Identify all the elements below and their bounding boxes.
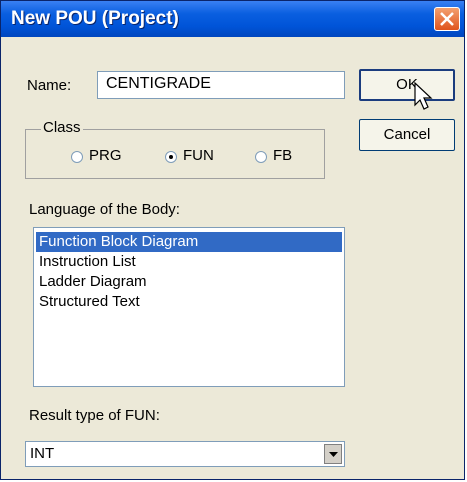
result-type-combo[interactable]: INT [25,441,345,467]
list-item-structured-text[interactable]: Structured Text [39,292,140,312]
name-label: Name: [27,77,72,94]
radio-fun-label[interactable]: FUN [183,147,214,164]
language-label: Language of the Body: [29,201,180,218]
list-item-ladder-diagram[interactable]: Ladder Diagram [39,272,147,292]
close-button[interactable] [434,7,460,31]
window-title: New POU (Project) [11,8,179,29]
result-type-label: Result type of FUN: [29,407,160,424]
radio-fun[interactable] [165,151,177,163]
name-input[interactable]: CENTIGRADE [97,71,345,99]
cancel-button[interactable]: Cancel [359,119,455,151]
mouse-cursor-icon [414,81,433,110]
radio-fb-label[interactable]: FB [273,147,292,164]
radio-prg-label[interactable]: PRG [89,147,122,164]
radio-prg[interactable] [71,151,83,163]
chevron-down-icon [329,452,338,457]
new-pou-dialog: New POU (Project) Name: CENTIGRADE OK Ca… [0,0,465,480]
title-bar[interactable]: New POU (Project) [1,1,464,37]
ok-button[interactable]: OK [359,69,455,101]
list-item-instruction-list[interactable]: Instruction List [39,252,136,272]
result-type-value: INT [30,445,55,462]
radio-fb[interactable] [255,151,267,163]
language-listbox[interactable]: Function Block Diagram Instruction List … [33,227,345,387]
list-item-function-block-diagram[interactable]: Function Block Diagram [36,232,342,252]
class-legend: Class [41,119,83,136]
close-icon [440,12,454,26]
dropdown-button[interactable] [324,444,342,464]
